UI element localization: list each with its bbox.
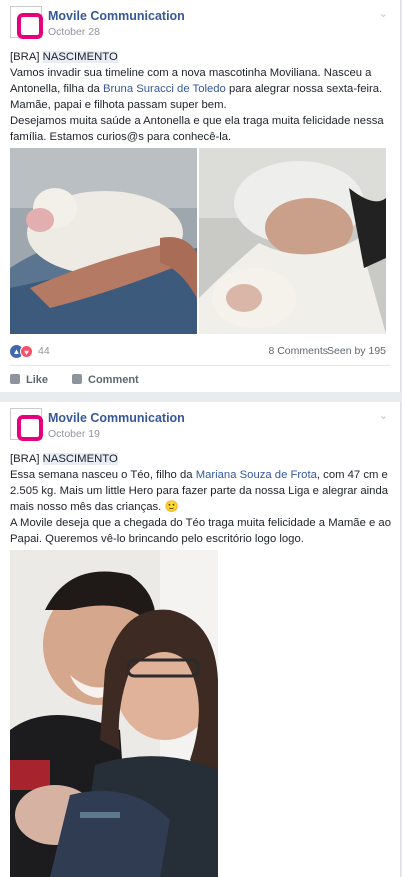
comment-icon <box>72 374 82 384</box>
baby-photo-right <box>199 148 386 334</box>
page-avatar[interactable] <box>10 408 43 441</box>
heart-icon[interactable]: ♥ <box>20 345 33 358</box>
news-feed: Movile Communication October 28 ⌄ [BRA] … <box>0 0 402 877</box>
page-name-link[interactable]: Movile Communication <box>48 411 185 425</box>
hashtag-link[interactable]: NASCIMENTO <box>42 51 118 63</box>
hashtag-link[interactable]: NASCIMENTO <box>42 453 118 465</box>
chevron-down-icon[interactable]: ⌄ <box>379 409 388 422</box>
post-paragraph: A Movile deseja que a chegada do Téo tra… <box>10 517 391 545</box>
post-header: Movile Communication October 19 ⌄ <box>0 402 400 444</box>
page-name-link[interactable]: Movile Communication <box>48 9 185 23</box>
post-actions: Like Comment <box>10 365 390 391</box>
thumbs-up-icon <box>10 374 20 384</box>
like-button[interactable]: Like <box>10 374 48 386</box>
post-timestamp[interactable]: October 19 <box>48 428 100 440</box>
post-timestamp[interactable]: October 28 <box>48 26 100 38</box>
page-avatar[interactable] <box>10 6 43 39</box>
family-photo <box>10 550 218 877</box>
comments-count-link[interactable]: 8 Comments <box>268 345 328 357</box>
post-card: Movile Communication October 19 ⌄ [BRA] … <box>0 402 401 877</box>
seen-by-count[interactable]: Seen by 195 <box>327 345 386 357</box>
post-stats: ▲ ♥ 44 8 Comments Seen by 195 <box>10 344 386 360</box>
post-tag: [BRA] <box>10 51 43 63</box>
post-card: Movile Communication October 28 ⌄ [BRA] … <box>0 0 401 392</box>
post-paragraph: Desejamos muita saúde a Antonella e que … <box>10 115 384 143</box>
comment-button[interactable]: Comment <box>72 374 139 386</box>
mention-link[interactable]: Bruna Suracci de Toledo <box>103 83 226 95</box>
post-text: [BRA] NASCIMENTO Essa semana nasceu o Té… <box>10 451 392 547</box>
like-label: Like <box>26 374 49 386</box>
post-paragraph: Essa semana nasceu o Téo, filho da <box>10 469 196 481</box>
post-photo[interactable] <box>199 148 386 334</box>
comment-label: Comment <box>88 374 139 386</box>
reactions-count[interactable]: 44 <box>38 345 50 357</box>
post-tag: [BRA] <box>10 453 43 465</box>
post-photo[interactable] <box>10 550 218 877</box>
mention-link[interactable]: Mariana Souza de Frota <box>196 469 317 481</box>
post-text: [BRA] NASCIMENTO Vamos invadir sua timel… <box>10 49 392 145</box>
baby-photo-left <box>10 148 197 334</box>
chevron-down-icon[interactable]: ⌄ <box>379 7 388 20</box>
post-photo[interactable] <box>10 148 197 334</box>
post-header: Movile Communication October 28 ⌄ <box>0 0 400 42</box>
